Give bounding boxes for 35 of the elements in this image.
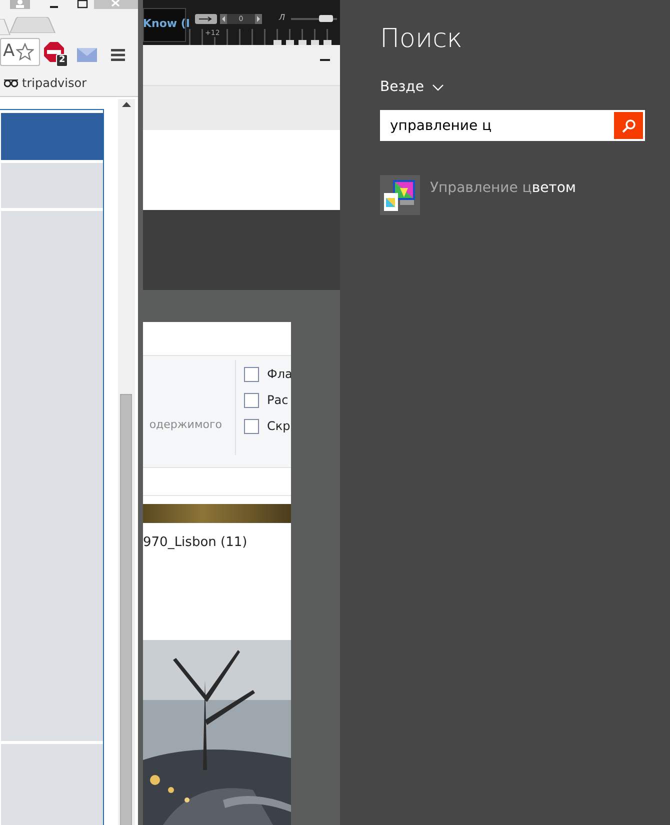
left-arrow-icon[interactable] <box>220 14 227 24</box>
slider-label: Л <box>279 13 286 23</box>
badge-count: 2 <box>56 54 68 67</box>
star-icon[interactable] <box>16 43 34 61</box>
scope-dropdown[interactable]: Везде <box>380 77 444 98</box>
scrollbar[interactable] <box>118 99 135 825</box>
menu-icon[interactable] <box>111 49 125 61</box>
scrollbar-thumb[interactable] <box>120 394 132 825</box>
panel-title: Поиск <box>380 24 462 56</box>
color-management-icon <box>380 175 420 215</box>
minimize-icon[interactable] <box>320 59 330 62</box>
right-arrow-icon[interactable] <box>255 14 262 24</box>
owl-icon <box>4 78 18 88</box>
maximize-icon[interactable] <box>77 0 89 9</box>
address-text: A <box>3 40 15 64</box>
profile-icon[interactable] <box>10 0 30 9</box>
checkbox[interactable] <box>244 418 259 434</box>
checkbox[interactable] <box>244 366 259 382</box>
checkbox[interactable] <box>244 392 259 408</box>
result-label: Управление цветом <box>430 179 576 198</box>
scroll-up-icon[interactable] <box>122 102 131 107</box>
folder-name: 970_Lisbon (11) <box>143 534 248 552</box>
checkbox-label: Скр <box>267 418 290 435</box>
track-title: Know (I <box>143 16 190 32</box>
checkbox-label: Рас <box>267 392 288 409</box>
chevron-down-icon <box>432 84 444 91</box>
slider-thumb[interactable] <box>318 15 332 22</box>
search-field[interactable]: управление ц <box>380 110 613 141</box>
address-bar[interactable]: A <box>0 38 40 66</box>
search-result[interactable]: Управление цветом <box>380 175 576 215</box>
search-icon <box>622 118 636 132</box>
checkbox-label: Фла <box>267 366 291 383</box>
search-button[interactable] <box>613 110 645 141</box>
ribbon-label: одержимого <box>149 417 222 433</box>
bookmark-link[interactable]: tripadvisor <box>4 74 87 92</box>
